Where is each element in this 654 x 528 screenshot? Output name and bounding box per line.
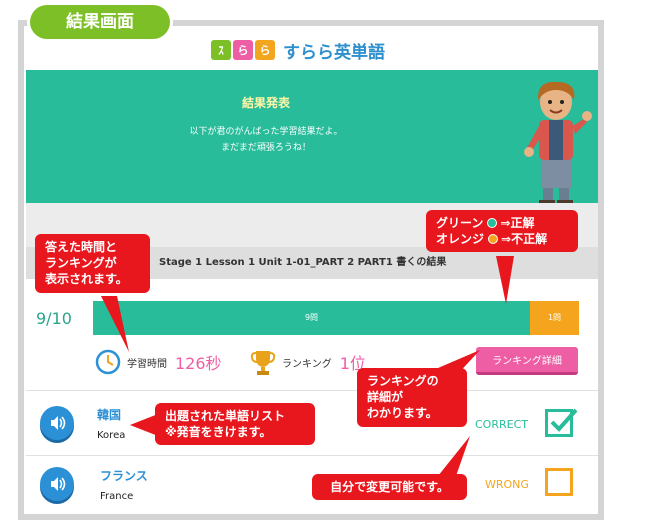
result-label: CORRECT (475, 418, 528, 431)
result-banner: 結果発表 以下が君のがんばった学習結果だよ。 まだまだ頑張ろうね！ (26, 70, 598, 203)
ranking-stat: ランキング 1位 (250, 348, 366, 376)
word-japanese: 韓国 (97, 408, 122, 422)
word-english: France (100, 491, 134, 502)
callout-time-ranking: 答えた時間と ランキングが 表示されます。 (35, 234, 150, 293)
study-time-value: 126秒 (175, 354, 222, 373)
callout-pointer (496, 256, 514, 304)
word-english: Korea (97, 430, 126, 441)
result-label: WRONG (485, 478, 529, 491)
study-time-label: 学習時間 (127, 358, 167, 370)
legend-orange-meaning: ⇒不正解 (501, 232, 548, 247)
word-japanese: フランス (100, 469, 148, 483)
banner-message: まだまだ頑張ろうね！ (221, 143, 311, 153)
banner-title: 結果発表 (241, 96, 290, 110)
legend-orange-label: オレンジ (436, 232, 485, 247)
callout-pointer (101, 296, 129, 352)
callout-pointer (130, 414, 158, 436)
callout-line: わかります。 (367, 406, 438, 421)
legend-green: グリーン ⇒正解 (436, 215, 568, 231)
callout-color-legend: グリーン ⇒正解 オレンジ ⇒不正解 (426, 210, 578, 253)
result-checkbox[interactable] (545, 408, 578, 437)
logo-tile: ら (255, 40, 275, 60)
logo-tile: ｽ (211, 40, 231, 60)
result-checkbox[interactable] (545, 468, 573, 496)
speaker-icon (51, 416, 66, 430)
character-illustration (524, 81, 592, 203)
legend-green-label: グリーン (436, 216, 484, 230)
callout-line: 詳細が (367, 390, 404, 405)
play-audio-button[interactable] (40, 467, 74, 501)
callout-line: ※発音をきけます。 (165, 425, 272, 440)
legend-orange: オレンジ ⇒不正解 (436, 231, 568, 247)
app-logo: ｽ ら ら すらら英単語 (211, 37, 385, 63)
banner-message: 以下が君のがんばった学習結果だよ。 (189, 127, 343, 137)
divider (26, 390, 598, 391)
orange-dot-icon (488, 234, 499, 245)
callout-line: 答えた時間と (45, 240, 118, 254)
callout-line: ランキングが (45, 256, 117, 271)
check-mark-icon (550, 408, 578, 432)
trophy-icon (250, 351, 276, 375)
callout-word-list: 出題された単語リスト ※発音をきけます。 (155, 403, 315, 446)
callout-line: 出題された単語リスト (165, 409, 286, 423)
callout-pointer (438, 436, 470, 476)
divider (26, 455, 598, 456)
ranking-detail-button[interactable]: ランキング詳細 (476, 347, 578, 375)
logo-tile: ら (233, 40, 253, 60)
green-dot-icon (487, 218, 498, 228)
logo-text: すらら英単語 (283, 42, 385, 63)
play-audio-button[interactable] (40, 406, 74, 440)
ranking-label: ランキング (282, 358, 332, 370)
callout-line: 表示されます。 (45, 272, 128, 287)
speaker-icon (51, 477, 66, 491)
progress-wrong-bar: 1問 (530, 301, 579, 335)
callout-pointer (438, 350, 480, 378)
progress-correct-bar: 9問 (93, 301, 530, 335)
screen-tag: 結果画面 (30, 5, 170, 39)
score-text: 9/10 (36, 309, 72, 328)
legend-green-meaning: ⇒正解 (500, 216, 535, 230)
